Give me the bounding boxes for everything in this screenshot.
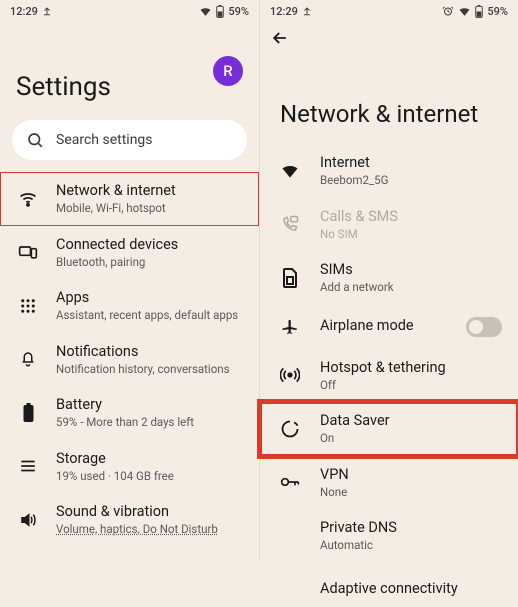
volume-icon [19,511,37,529]
item-sub: Bluetooth, pairing [56,255,243,269]
avatar-letter: R [223,62,232,80]
settings-item-apps[interactable]: Apps Assistant, recent apps, default app… [0,279,259,333]
item-title: SIMs [320,261,502,279]
network-list: Internet Beebom2_5G Calls & SMS No SIM S… [260,144,518,607]
battery-icon [22,403,35,423]
item-title: Hotspot & tethering [320,359,502,377]
wifi-icon [458,5,471,18]
item-title: Private DNS [320,519,502,537]
item-title: Storage [56,450,243,468]
item-title: Airplane mode [320,317,446,335]
back-icon[interactable] [270,28,290,48]
wifi-icon [18,189,38,209]
wifi-icon [199,5,212,18]
network-screen: 12:29 59% Network & internet Internet Be… [259,0,518,560]
net-item-sims[interactable]: SIMs Add a network [260,251,518,305]
net-item-hotspot[interactable]: Hotspot & tethering Off [260,349,518,403]
item-title: Adaptive connectivity [320,580,502,598]
clock: 12:29 [10,5,38,18]
search-input[interactable]: Search settings [12,120,247,160]
item-title: Apps [56,289,243,307]
status-bar: 12:29 59% [260,0,518,22]
net-item-datasaver[interactable]: Data Saver On [260,402,518,456]
airplane-icon [281,318,299,336]
item-sub: None [320,485,502,499]
settings-item-storage[interactable]: Storage 19% used · 104 GB free [0,440,259,494]
item-sub: Add a network [320,280,502,294]
phone-sms-icon [281,215,299,233]
item-sub: Off [320,378,502,392]
item-title: Connected devices [56,236,243,254]
item-title: Battery [56,396,243,414]
battery-percent: 59% [228,5,249,18]
item-sub: 19% used · 104 GB free [56,469,243,483]
devices-icon [18,242,38,262]
bell-icon [19,350,37,368]
data-saver-icon [280,419,300,439]
item-sub: Automatic [320,538,502,552]
settings-item-connected[interactable]: Connected devices Bluetooth, pairing [0,226,259,280]
net-item-calls: Calls & SMS No SIM [260,198,518,252]
item-sub: Assistant, recent apps, default apps [56,308,243,322]
upload-icon [302,6,312,16]
item-title: Data Saver [320,412,502,430]
net-item-adaptive[interactable]: Adaptive connectivity [260,563,518,607]
item-sub: On [320,431,502,445]
battery-percent: 59% [487,5,508,18]
item-sub: No SIM [320,227,502,241]
net-item-vpn[interactable]: VPN None [260,456,518,510]
settings-item-notifications[interactable]: Notifications Notification history, conv… [0,333,259,387]
item-sub: Volume, haptics, Do Not Disturb [56,522,243,536]
storage-icon [19,457,37,475]
hotspot-icon [280,365,300,385]
item-title: Notifications [56,343,243,361]
vpn-key-icon [280,475,300,489]
item-sub: Mobile, Wi-Fi, hotspot [56,201,243,215]
clock: 12:29 [270,5,298,18]
item-sub: Notification history, conversations [56,362,243,376]
upload-icon [42,6,52,16]
settings-screen: 12:29 59% R Settings Search settings Net… [0,0,259,560]
item-title: Calls & SMS [320,208,502,226]
net-item-privatedns[interactable]: Private DNS Automatic [260,509,518,563]
item-sub: Beebom2_5G [320,173,502,187]
settings-list: Network & internet Mobile, Wi-Fi, hotspo… [0,172,259,547]
sim-icon [282,268,298,288]
settings-item-network[interactable]: Network & internet Mobile, Wi-Fi, hotspo… [0,172,259,226]
avatar[interactable]: R [213,56,243,86]
item-title: Sound & vibration [56,503,243,521]
item-title: Internet [320,154,502,172]
net-item-internet[interactable]: Internet Beebom2_5G [260,144,518,198]
settings-item-battery[interactable]: Battery 59% - More than 2 days left [0,386,259,440]
status-bar: 12:29 59% [0,0,259,22]
search-icon [26,131,44,149]
battery-icon [475,5,483,18]
page-title: Network & internet [260,52,518,144]
apps-icon [19,297,37,315]
battery-icon [216,5,224,18]
search-placeholder: Search settings [56,132,153,148]
item-sub: 59% - More than 2 days left [56,415,243,429]
item-title: Network & internet [56,182,243,200]
net-item-airplane[interactable]: Airplane mode [260,305,518,349]
alarm-icon [442,5,454,17]
airplane-toggle[interactable] [466,317,502,337]
item-title: VPN [320,466,502,484]
settings-item-sound[interactable]: Sound & vibration Volume, haptics, Do No… [0,493,259,547]
wifi-icon [280,161,300,181]
